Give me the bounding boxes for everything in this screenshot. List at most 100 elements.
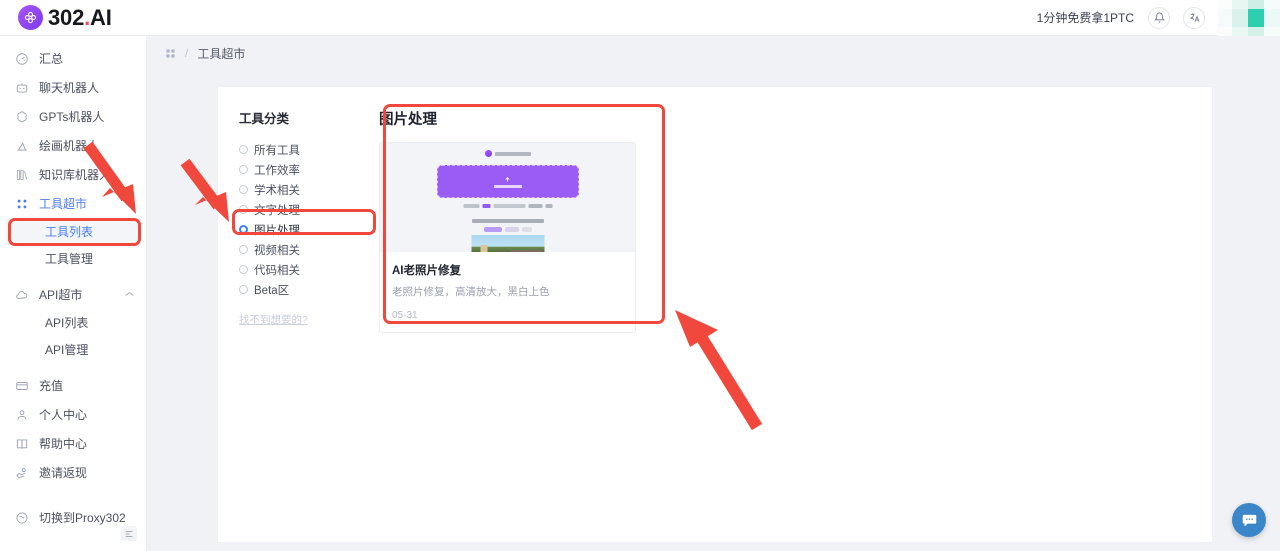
tool-card[interactable]: AI老照片修复 老照片修复，高清放大，黑白上色 05-31 [379, 142, 636, 333]
sidebar-item-label: 工具超市 [39, 197, 88, 211]
tools-panel: 工具分类 所有工具 工作效率 学术相关 文字处理 图片处理 视频相关 代码相关 … [218, 87, 1212, 542]
thumb-subtitle [471, 219, 544, 223]
sidebar-subitem-label: 工具管理 [45, 252, 94, 266]
category-title: 工具分类 [239, 112, 290, 126]
not-found-link[interactable]: 找不到想要的? [239, 312, 308, 327]
bell-icon[interactable] [1148, 6, 1170, 29]
user-icon [14, 407, 29, 422]
category-option-label: 工作效率 [254, 164, 300, 177]
sidebar-item-api-market[interactable]: API超市 [0, 280, 146, 309]
sidebar-subitem-label: API列表 [45, 316, 89, 330]
thumb-options-row [463, 204, 552, 208]
sidebar-item-profile[interactable]: 个人中心 [0, 400, 146, 429]
tool-card-body: AI老照片修复 老照片修复，高清放大，黑白上色 05-31 [380, 252, 635, 332]
sidebar-item-api-list[interactable]: API列表 [6, 309, 140, 336]
thumb-upload-text [493, 184, 522, 188]
category-option-academic[interactable]: 学术相关 [239, 180, 365, 199]
sidebar-item-knowledge[interactable]: 知识库机器人 [0, 160, 146, 189]
sidebar-item-tool-list[interactable]: 工具列表 [6, 218, 140, 245]
avatar[interactable] [1218, 0, 1280, 36]
upload-icon [505, 176, 510, 182]
knowledge-icon [14, 167, 29, 182]
hand-coin-icon [14, 465, 29, 480]
sidebar-item-chatbot[interactable]: 聊天机器人 [0, 73, 146, 102]
chevron-up-icon[interactable] [125, 290, 134, 299]
radio-icon [239, 265, 248, 274]
grid-icon[interactable] [165, 48, 176, 59]
sidebar-item-help[interactable]: 帮助中心 [0, 429, 146, 458]
radio-icon [239, 165, 248, 174]
translate-icon[interactable] [1183, 6, 1205, 29]
sidebar-item-label: 切换到Proxy302 [39, 511, 126, 525]
category-option-label: 学术相关 [254, 184, 300, 197]
sidebar-item-summary[interactable]: 汇总 [0, 44, 146, 73]
sidebar-item-tool-market[interactable]: 工具超市 [0, 189, 146, 218]
breadcrumb-separator: / [185, 46, 189, 60]
category-filter: 工具分类 所有工具 工作效率 学术相关 文字处理 图片处理 视频相关 代码相关 … [218, 108, 365, 333]
cloud-icon [14, 287, 29, 302]
brand-logo-group[interactable]: 302.AI [18, 5, 112, 30]
app-root: 302.AI 1分钟免费拿1PTC 汇总 聊天机器人 GPTs机器人 绘画机器人… [0, 0, 1280, 551]
main-content: / 工具超市 工具分类 所有工具 工作效率 学术相关 文字处理 图片处理 视频相… [147, 36, 1280, 551]
tool-card-description: 老照片修复，高清放大，黑白上色 [392, 286, 550, 298]
thumb-header [380, 150, 635, 157]
sidebar-item-api-manage[interactable]: API管理 [6, 336, 140, 363]
proxy-icon [14, 510, 29, 525]
robot-icon [14, 80, 29, 95]
category-option-video[interactable]: 视频相关 [239, 240, 365, 259]
dashboard-icon [14, 51, 29, 66]
app-logo-icon [18, 5, 43, 30]
photo-tower [480, 245, 487, 252]
thumb-logo-icon [484, 150, 492, 157]
category-option-text[interactable]: 文字处理 [239, 200, 365, 219]
tool-card-date: 05-31 [392, 310, 418, 321]
sidebar-item-label: 聊天机器人 [39, 81, 100, 95]
category-option-code[interactable]: 代码相关 [239, 260, 365, 279]
breadcrumb: / 工具超市 [147, 36, 1280, 70]
sidebar: 汇总 聊天机器人 GPTs机器人 绘画机器人 知识库机器人 工具超市 工具列表 … [0, 36, 147, 551]
gpt-icon [14, 109, 29, 124]
radio-icon [239, 285, 248, 294]
results-section-title: 图片处理 [379, 112, 437, 128]
sidebar-item-label: 绘画机器人 [39, 139, 100, 153]
sidebar-item-label: 个人中心 [39, 408, 88, 422]
sidebar-item-invite[interactable]: 邀请返现 [0, 458, 146, 487]
sidebar-item-label: 帮助中心 [39, 437, 88, 451]
category-option-label: 图片处理 [254, 224, 300, 237]
category-option-label: 所有工具 [254, 144, 300, 157]
category-option-beta[interactable]: Beta区 [239, 280, 365, 299]
results-column: 图片处理 AI老照片修复 老照片修复，高清放大，黑白上色 05-31 [365, 108, 1212, 333]
sidebar-item-gpts[interactable]: GPTs机器人 [0, 102, 146, 131]
thumb-logo-text [494, 151, 531, 156]
sidebar-item-recharge[interactable]: 充值 [0, 371, 146, 400]
sidebar-item-drawing[interactable]: 绘画机器人 [0, 131, 146, 160]
collapse-sidebar-icon[interactable] [121, 526, 137, 541]
grid-icon [14, 196, 29, 211]
photo-roof-right [510, 250, 542, 252]
thumb-upload-area [436, 165, 579, 198]
category-option-productivity[interactable]: 工作效率 [239, 160, 365, 179]
sidebar-item-tool-manage[interactable]: 工具管理 [6, 245, 140, 272]
top-bar-right: 1分钟免费拿1PTC [1037, 0, 1280, 36]
sidebar-item-label: API超市 [39, 288, 83, 302]
tool-preview-thumbnail [380, 143, 635, 252]
category-option-image[interactable]: 图片处理 [239, 220, 365, 239]
radio-icon [239, 185, 248, 194]
breadcrumb-current[interactable]: 工具超市 [197, 45, 245, 62]
category-option-label: Beta区 [254, 284, 290, 297]
sidebar-subitem-label: API管理 [45, 343, 89, 357]
sidebar-item-label: 充值 [39, 379, 64, 393]
card-icon [14, 378, 29, 393]
promo-text[interactable]: 1分钟免费拿1PTC [1037, 9, 1134, 26]
sidebar-item-label: 知识库机器人 [39, 168, 112, 182]
chevron-up-icon[interactable] [125, 199, 134, 208]
sidebar-item-label: 邀请返现 [39, 466, 88, 480]
thumb-photo [471, 235, 544, 252]
book-icon [14, 436, 29, 451]
brand-suffix: AI [90, 4, 112, 30]
chat-support-button[interactable] [1232, 503, 1266, 537]
thumb-pill-row [483, 227, 532, 232]
category-option-all[interactable]: 所有工具 [239, 140, 365, 159]
radio-icon [239, 145, 248, 154]
brand-prefix: 302 [48, 4, 85, 30]
